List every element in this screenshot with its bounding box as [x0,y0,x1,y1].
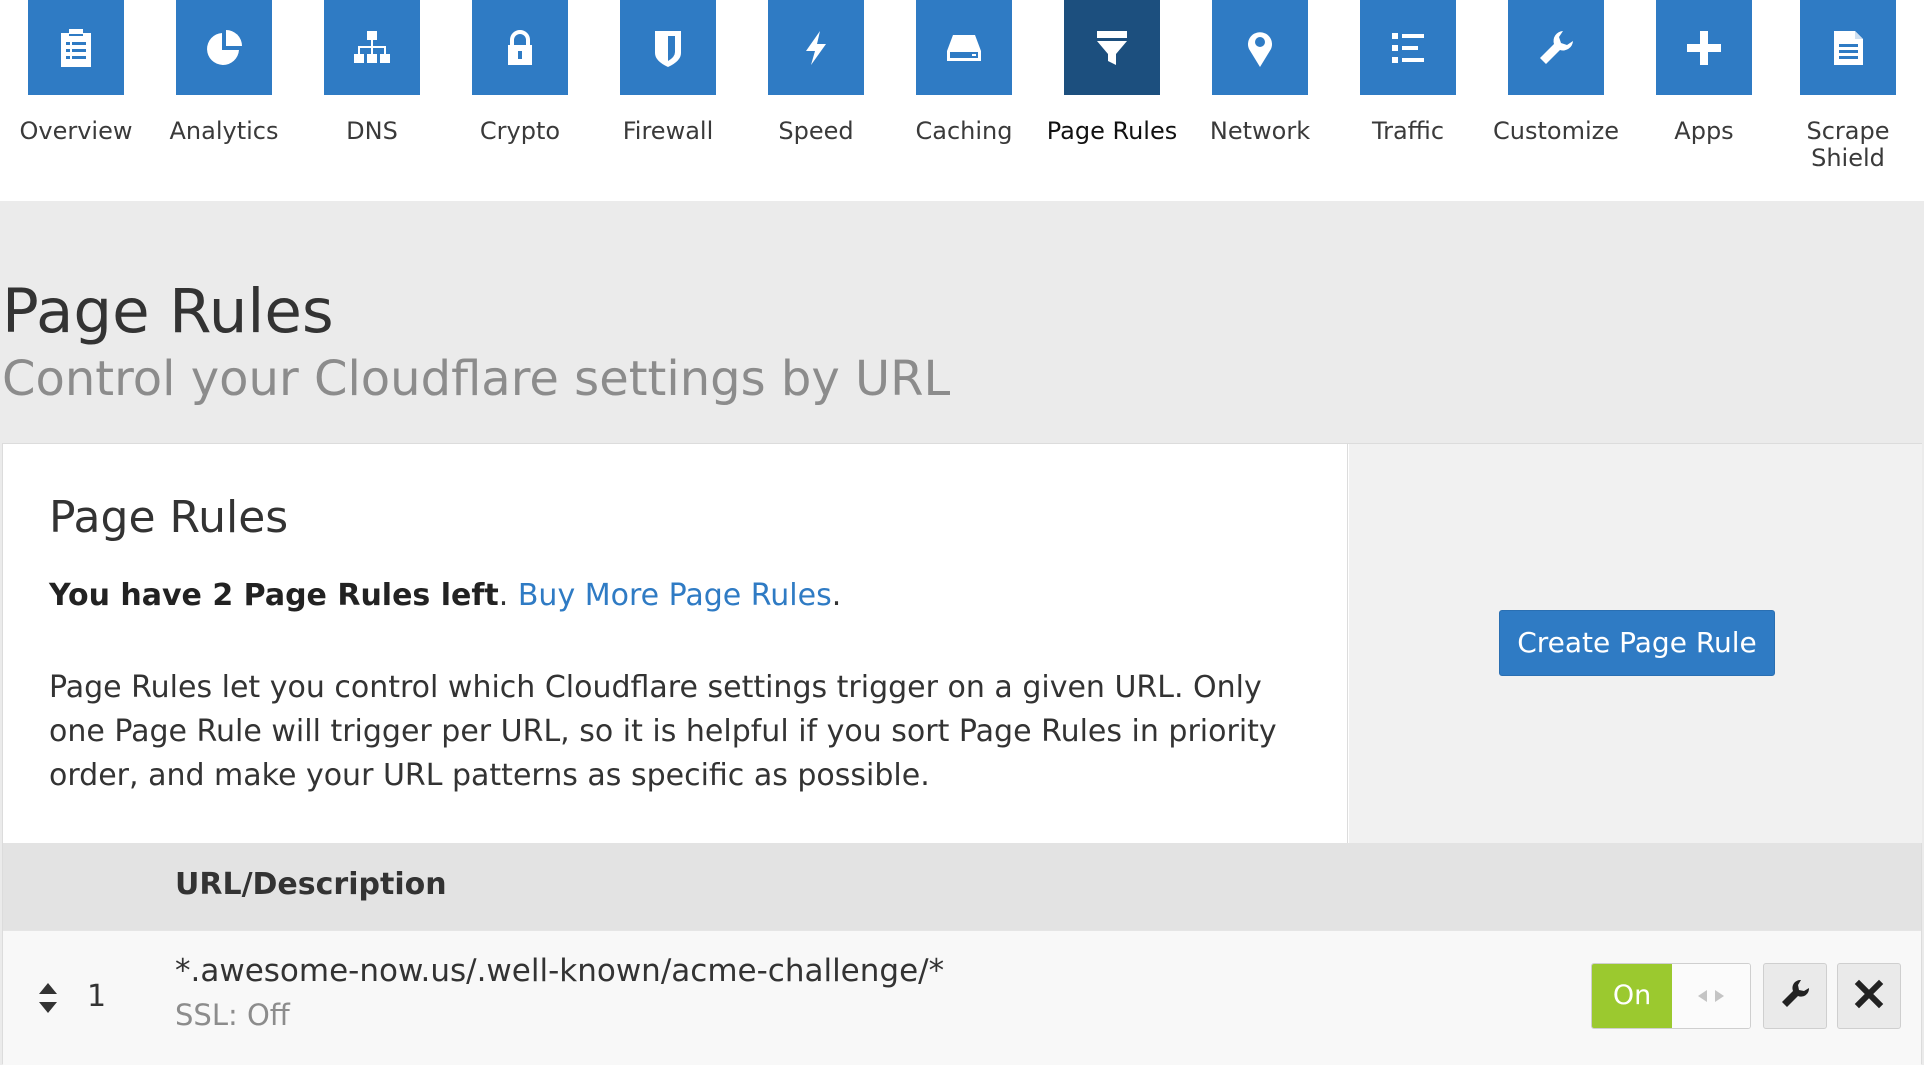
nav-label: Speed [778,117,854,145]
rule-setting: SSL: Off [175,998,290,1032]
map-pin-icon [1212,0,1308,95]
card-info-panel: Page Rules You have 2 Page Rules left. B… [3,444,1348,843]
plus-icon [1656,0,1752,95]
row-priority: 1 [87,979,107,1014]
page-subtitle: Control your Cloudflare settings by URL [2,351,951,407]
card-title: Page Rules [49,492,289,543]
nav-label: Analytics [169,117,279,145]
nav-label: Scrape Shield [1806,117,1890,172]
column-header-url: URL/Description [175,867,447,902]
nav-label: Overview [19,117,133,145]
sitemap-icon [324,0,420,95]
table-row: 1 *.awesome-now.us/.well-known/acme-chal… [3,930,1921,1065]
wrench-icon [1779,978,1811,1014]
nav-label: DNS [346,117,398,145]
nav-label: Page Rules [1046,117,1178,145]
card-description: Page Rules let you control which Cloudfl… [49,670,1277,793]
rule-toggle[interactable]: On [1591,963,1751,1029]
quota-line: You have 2 Page Rules left. Buy More Pag… [49,576,841,616]
nav-label: Apps [1674,117,1734,145]
nav-label: Network [1209,117,1311,145]
buy-more-link[interactable]: Buy More Page Rules [518,578,832,613]
create-page-rule-button[interactable]: Create Page Rule [1499,610,1775,676]
drag-handle-icon[interactable] [37,981,59,1015]
pie-chart-icon [176,0,272,95]
lock-icon [472,0,568,95]
nav-label: Customize [1493,117,1619,145]
toggle-knob-arrows-icon [1672,964,1750,1028]
lightning-icon [768,0,864,95]
quota-text: You have 2 Page Rules left [49,578,499,613]
list-icon [1360,0,1456,95]
hard-drive-icon [916,0,1012,95]
page-title: Page Rules [2,276,334,347]
nav-label: Caching [915,117,1013,145]
delete-rule-button[interactable] [1837,963,1901,1029]
wrench-icon [1508,0,1604,95]
table-header: URL/Description [3,843,1921,930]
close-icon [1854,979,1884,1013]
clipboard-icon [28,0,124,95]
edit-rule-button[interactable] [1763,963,1827,1029]
rule-url: *.awesome-now.us/.well-known/acme-challe… [175,953,945,989]
toggle-on-label: On [1592,964,1672,1028]
nav-label: Crypto [479,117,561,145]
card-action-panel: Create Page Rule [1349,444,1922,843]
top-nav: Overview Analytics DNS Crypto Firewall S… [0,0,1924,201]
nav-label: Traffic [1371,117,1445,145]
shield-icon [620,0,716,95]
quota-separator: . [498,578,518,613]
filter-icon [1064,0,1160,95]
document-icon [1800,0,1896,95]
quota-end: . [831,578,842,613]
nav-label: Firewall [622,117,714,145]
page-rules-card: Page Rules You have 2 Page Rules left. B… [2,443,1922,1065]
